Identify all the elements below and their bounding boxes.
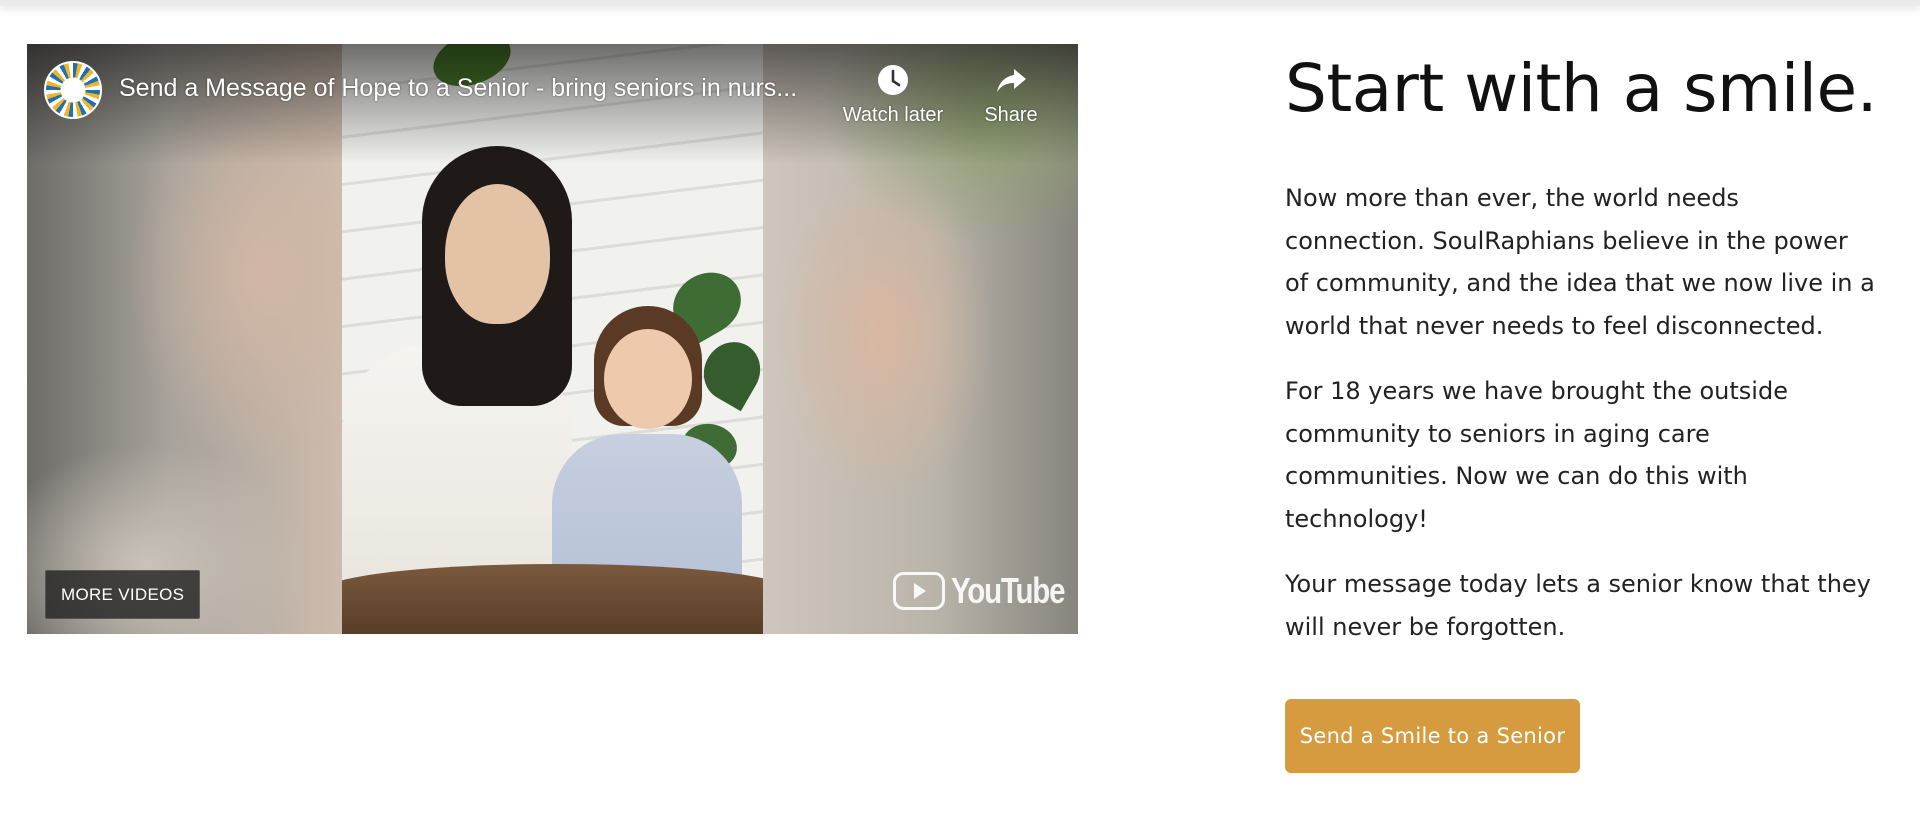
youtube-logo[interactable]: YouTube [893,570,1078,611]
header-shadow-bar [0,0,1920,6]
share-label: Share [984,104,1038,126]
paragraph-message: Your message today lets a senior know th… [1285,570,1871,641]
video-title[interactable]: Send a Message of Hope to a Senior - bri… [119,74,819,103]
clock-icon [878,65,908,95]
section-heading: Start with a smile. [1285,50,1878,127]
sunburst-logo-icon[interactable] [44,61,102,119]
paragraph-connection: Now more than ever, the world needs conn… [1285,184,1875,340]
more-videos-button[interactable]: MORE VIDEOS [45,570,201,619]
youtube-wordmark: YouTube [951,570,1066,611]
watch-later-label: Watch later [842,104,944,126]
youtube-video-player[interactable]: Send a Message of Hope to a Senior - bri… [27,44,1078,634]
watch-later-button[interactable]: Watch later [838,62,948,127]
share-button[interactable]: Share [956,62,1066,127]
paragraph-history: For 18 years we have brought the outside… [1285,377,1788,533]
play-button-icon [893,572,945,610]
send-smile-button[interactable]: Send a Smile to a Senior [1285,699,1580,773]
share-arrow-icon [997,69,1026,92]
